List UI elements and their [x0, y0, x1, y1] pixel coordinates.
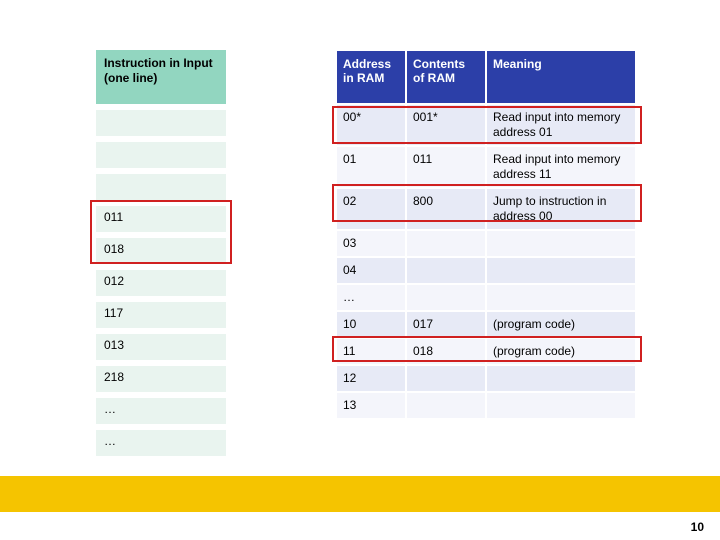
- ram-cell-mean: [486, 365, 636, 392]
- page-number: 10: [691, 520, 704, 534]
- ram-cell-cont: [406, 365, 486, 392]
- input-row: 013: [96, 334, 226, 360]
- input-row: …: [96, 430, 226, 456]
- input-row: 018: [96, 238, 226, 264]
- ram-cell-addr: 10: [336, 311, 406, 338]
- ram-cell-mean: Jump to instruction in address 00: [486, 188, 636, 230]
- ram-cell-cont: [406, 392, 486, 419]
- ram-cell-mean: [486, 230, 636, 257]
- ram-cell-cont: 800: [406, 188, 486, 230]
- ram-cell-mean: (program code): [486, 338, 636, 365]
- input-row: 011: [96, 206, 226, 232]
- ram-row: 02 800 Jump to instruction in address 00: [336, 188, 636, 230]
- input-row: 012: [96, 270, 226, 296]
- ram-row: 01 011 Read input into memory address 11: [336, 146, 636, 188]
- input-column-header: Instruction in Input (one line): [96, 50, 226, 104]
- ram-cell-addr: 13: [336, 392, 406, 419]
- ram-cell-cont: 018: [406, 338, 486, 365]
- input-row: [96, 142, 226, 168]
- ram-cell-cont: [406, 284, 486, 311]
- ram-cell-mean: Read input into memory address 11: [486, 146, 636, 188]
- ram-cell-mean: [486, 392, 636, 419]
- ram-cell-cont: [406, 230, 486, 257]
- input-row: 218: [96, 366, 226, 392]
- ram-row: …: [336, 284, 636, 311]
- footer-bar: [0, 476, 720, 512]
- ram-table: Address in RAM Contents of RAM Meaning 0…: [336, 50, 636, 419]
- ram-cell-addr: 03: [336, 230, 406, 257]
- ram-header-contents: Contents of RAM: [406, 50, 486, 104]
- input-row: [96, 110, 226, 136]
- ram-cell-addr: 04: [336, 257, 406, 284]
- ram-header-address: Address in RAM: [336, 50, 406, 104]
- input-row: 117: [96, 302, 226, 328]
- input-row: …: [96, 398, 226, 424]
- ram-header-meaning: Meaning: [486, 50, 636, 104]
- ram-row: 10 017 (program code): [336, 311, 636, 338]
- ram-cell-addr: 02: [336, 188, 406, 230]
- ram-cell-cont: 017: [406, 311, 486, 338]
- ram-cell-addr: 01: [336, 146, 406, 188]
- ram-cell-mean: [486, 257, 636, 284]
- ram-cell-addr: 12: [336, 365, 406, 392]
- ram-row: 11 018 (program code): [336, 338, 636, 365]
- ram-row: 13: [336, 392, 636, 419]
- ram-cell-mean: (program code): [486, 311, 636, 338]
- ram-row: 12: [336, 365, 636, 392]
- input-row: [96, 174, 226, 200]
- ram-row: 03: [336, 230, 636, 257]
- ram-cell-cont: 001*: [406, 104, 486, 146]
- ram-row: 04: [336, 257, 636, 284]
- ram-cell-mean: Read input into memory address 01: [486, 104, 636, 146]
- ram-cell-addr: 00*: [336, 104, 406, 146]
- ram-cell-cont: [406, 257, 486, 284]
- input-column: Instruction in Input (one line) 011 018 …: [96, 50, 226, 456]
- ram-row: 00* 001* Read input into memory address …: [336, 104, 636, 146]
- ram-cell-mean: [486, 284, 636, 311]
- ram-cell-addr: …: [336, 284, 406, 311]
- ram-cell-addr: 11: [336, 338, 406, 365]
- ram-cell-cont: 011: [406, 146, 486, 188]
- slide: Instruction in Input (one line) 011 018 …: [0, 0, 720, 540]
